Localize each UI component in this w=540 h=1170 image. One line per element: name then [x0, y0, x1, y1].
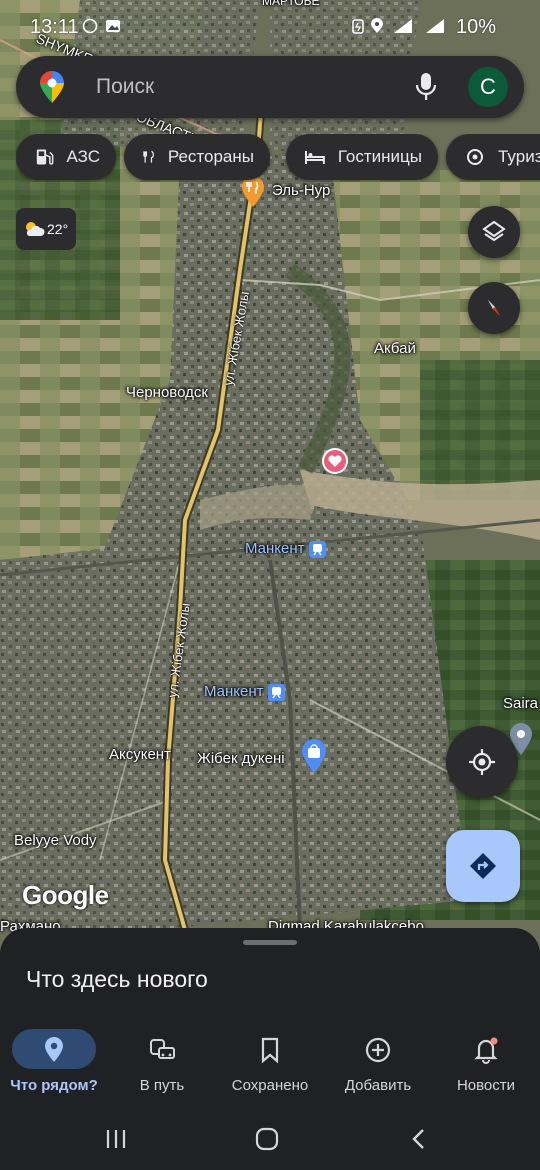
search-bar[interactable]: Поиск C	[16, 56, 524, 118]
add-circle-icon	[365, 1037, 391, 1063]
compass-button[interactable]	[468, 282, 520, 334]
compass-icon	[488, 300, 500, 316]
tab-saved[interactable]: Сохранено	[216, 1022, 324, 1106]
microphone-icon[interactable]	[414, 71, 438, 103]
location-pin-icon	[45, 1037, 63, 1062]
saved-place-heart-icon[interactable]	[320, 446, 350, 476]
search-input[interactable]: Поиск	[96, 75, 154, 99]
tab-commute[interactable]: В путь	[108, 1022, 216, 1106]
restaurant-icon	[143, 150, 154, 163]
chip-label: АЗС	[66, 147, 100, 166]
chip-label: Туризм	[498, 147, 540, 166]
battery-saver-icon	[352, 19, 364, 34]
bell-icon	[474, 1037, 498, 1064]
hotel-icon	[304, 151, 325, 164]
map-label-mankent-mid[interactable]: Манкент	[204, 683, 264, 700]
bottom-navigation: Что рядом? В путь Сохранено Добавить Нов…	[0, 1022, 540, 1106]
crosshair-icon	[469, 749, 495, 775]
status-bar: 13:11 10%	[0, 0, 540, 56]
account-avatar[interactable]: C	[468, 67, 508, 107]
tab-label: Добавить	[344, 1077, 412, 1094]
chip-label: Гостиницы	[337, 147, 422, 166]
gallery-icon	[106, 20, 120, 32]
attraction-icon	[467, 149, 483, 165]
shopping-pin-icon[interactable]	[300, 738, 328, 774]
gas-station-icon	[36, 149, 54, 165]
layers-button[interactable]	[468, 206, 520, 258]
map-label-mankent-top[interactable]: Манкент	[245, 540, 305, 557]
tab-updates[interactable]: Новости	[432, 1022, 540, 1106]
google-maps-logo-icon	[40, 71, 64, 103]
map-label-el-nur[interactable]: Эль-Нур	[272, 182, 330, 199]
weather-temperature: 22°	[47, 221, 69, 237]
map-label-akbai: Акбай	[374, 340, 416, 357]
map-label-aksukent: Аксукент	[109, 746, 171, 763]
map-label-saira: Saira	[503, 695, 539, 712]
directions-button[interactable]	[446, 830, 520, 902]
tab-explore[interactable]: Что рядом?	[0, 1022, 108, 1106]
train-station-icon[interactable]	[268, 684, 285, 701]
chip-tourism[interactable]: Туризм	[446, 134, 540, 180]
recent-apps-icon[interactable]	[104, 1128, 128, 1150]
bookmark-icon	[261, 1037, 279, 1064]
system-navigation-bar	[0, 1106, 540, 1170]
map-label-belyye-vody: Belyye Vody	[14, 832, 97, 849]
home-icon[interactable]	[255, 1127, 279, 1151]
layers-icon	[482, 220, 506, 242]
status-battery: 10%	[455, 16, 496, 38]
directions-icon	[470, 853, 496, 879]
tab-label: Сохранено	[231, 1077, 309, 1094]
map-label-zhibek-dukeni[interactable]: Жібек дукені	[197, 750, 285, 767]
category-chips: АЗС Рестораны Гостиницы Туризм	[16, 134, 540, 182]
partly-cloudy-icon	[26, 222, 45, 236]
back-icon[interactable]	[408, 1128, 430, 1150]
signal-4g-icon	[394, 19, 412, 33]
tab-label: Что рядом?	[10, 1077, 98, 1094]
map-label-chernovodsk: Черноводск	[126, 384, 208, 401]
commute-icon	[150, 1039, 175, 1059]
whatsapp-icon	[82, 18, 98, 34]
tab-label: Новости	[456, 1077, 516, 1094]
train-station-icon[interactable]	[309, 541, 326, 558]
tab-contribute[interactable]: Добавить	[324, 1022, 432, 1106]
chip-gas-stations[interactable]: АЗС	[16, 134, 116, 180]
signal-strength-icon	[426, 19, 444, 33]
chip-label: Рестораны	[167, 147, 254, 166]
tab-label: В путь	[139, 1077, 185, 1094]
google-logo: Google	[22, 880, 109, 910]
sheet-title: Что здесь нового	[26, 966, 208, 992]
chip-restaurants[interactable]: Рестораны	[124, 134, 270, 180]
chip-hotels[interactable]: Гостиницы	[286, 134, 438, 180]
sheet-drag-handle[interactable]	[243, 940, 297, 945]
status-time: 13:11	[30, 16, 79, 38]
weather-badge[interactable]: 22°	[16, 208, 76, 250]
location-icon	[371, 18, 383, 33]
my-location-button[interactable]	[446, 726, 518, 798]
